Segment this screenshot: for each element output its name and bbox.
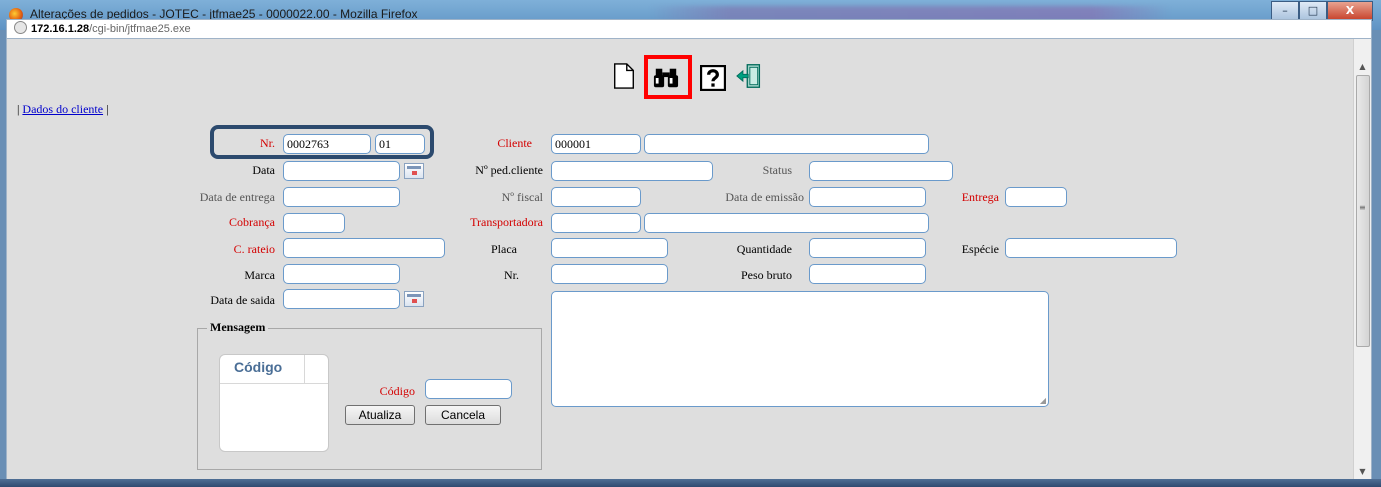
nav-separator-right: | — [106, 102, 109, 116]
cobranca-label: Cobrança — [229, 215, 275, 229]
url-path: /cgi-bin/jtfmae25.exe — [89, 23, 191, 35]
mensagem-legend: Mensagem — [207, 320, 269, 335]
codigo-label: Código — [379, 384, 415, 398]
new-document-icon[interactable] — [611, 63, 637, 89]
page-content: | Dados do cliente | Nr. 0002763 01 Clie… — [6, 38, 1372, 481]
c-rateio-label: C. rateio — [233, 242, 275, 256]
cancela-button[interactable]: Cancela — [425, 405, 501, 425]
grid-column-separator — [304, 355, 305, 383]
quantidade-label: Quantidade — [736, 242, 792, 256]
entrega-label: Entrega — [961, 190, 999, 204]
peso-bruto-label: Peso bruto — [741, 268, 792, 282]
n-fiscal-field[interactable] — [551, 187, 641, 207]
data-emissao-field[interactable] — [809, 187, 926, 207]
taskbar-strip — [0, 479, 1381, 487]
url-host: 172.16.1.28 — [31, 23, 90, 35]
data-entrega-label: Data de entrega — [199, 190, 275, 204]
codigo-field[interactable] — [425, 379, 512, 399]
cliente-code-field[interactable]: 000001 — [551, 134, 641, 154]
data-saida-label: Data de saida — [210, 293, 275, 307]
entrega-field[interactable] — [1005, 187, 1067, 207]
c-rateio-field[interactable] — [283, 238, 445, 258]
data-emissao-label: Data de emissão — [725, 190, 804, 204]
status-label: Status — [762, 163, 792, 177]
address-bar[interactable]: 172.16.1.28/cgi-bin/jtfmae25.exe — [6, 19, 1372, 39]
atualiza-button[interactable]: Atualiza — [345, 405, 415, 425]
maximize-button[interactable]: □ — [1299, 1, 1327, 21]
nr-seq-field[interactable]: 01 — [375, 134, 425, 154]
cliente-name-field[interactable] — [644, 134, 929, 154]
close-button[interactable]: X — [1327, 1, 1373, 21]
nr2-field[interactable] — [551, 264, 668, 284]
status-field[interactable] — [809, 161, 953, 181]
window-controls: – □ X — [1271, 1, 1373, 21]
placa-field[interactable] — [551, 238, 668, 258]
data-field[interactable] — [283, 161, 400, 181]
scroll-down-icon[interactable]: ▼ — [1354, 464, 1371, 480]
peso-bruto-field[interactable] — [809, 264, 926, 284]
marca-label: Marca — [244, 268, 275, 282]
globe-icon — [14, 21, 27, 34]
calendar-icon[interactable] — [404, 291, 424, 307]
resize-grip-icon[interactable]: ◢ — [1040, 396, 1046, 405]
exit-door-icon[interactable] — [736, 63, 762, 89]
calendar-icon[interactable] — [404, 163, 424, 179]
minimize-button[interactable]: – — [1271, 1, 1299, 21]
observacao-textarea[interactable]: ◢ — [551, 291, 1049, 407]
transportadora-name-field[interactable] — [644, 213, 929, 233]
nr2-label: Nr. — [504, 268, 519, 282]
codigo-grid: Código — [219, 354, 329, 452]
nr-label: Nr. — [260, 136, 275, 150]
quantidade-field[interactable] — [809, 238, 926, 258]
n-fiscal-label: Nº fiscal — [501, 190, 543, 204]
transportadora-label: Transportadora — [470, 215, 543, 229]
especie-label: Espécie — [961, 242, 999, 256]
client-data-nav: | Dados do cliente | — [17, 102, 108, 117]
placa-label: Placa — [491, 242, 517, 256]
data-entrega-field[interactable] — [283, 187, 400, 207]
ped-cliente-label: Nº ped.cliente — [475, 163, 543, 177]
scroll-grip-icon: ≡ — [1359, 203, 1366, 212]
cliente-label: Cliente — [497, 136, 532, 150]
marca-field[interactable] — [283, 264, 400, 284]
especie-field[interactable] — [1005, 238, 1177, 258]
scroll-up-icon[interactable]: ▲ — [1354, 59, 1371, 75]
search-highlight-box — [644, 55, 692, 99]
client-data-link[interactable]: Dados do cliente — [22, 102, 103, 116]
data-label: Data — [252, 163, 275, 177]
codigo-grid-header-label: Código — [234, 359, 283, 375]
nav-separator-left: | — [17, 102, 20, 116]
help-icon[interactable] — [700, 65, 726, 91]
cobranca-field[interactable] — [283, 213, 345, 233]
ped-cliente-field[interactable] — [551, 161, 713, 181]
nr-field[interactable]: 0002763 — [283, 134, 371, 154]
transportadora-code-field[interactable] — [551, 213, 641, 233]
vertical-scrollbar[interactable]: ▲ ≡ ▼ — [1353, 39, 1371, 480]
data-saida-field[interactable] — [283, 289, 400, 309]
codigo-grid-header[interactable]: Código — [220, 355, 328, 384]
